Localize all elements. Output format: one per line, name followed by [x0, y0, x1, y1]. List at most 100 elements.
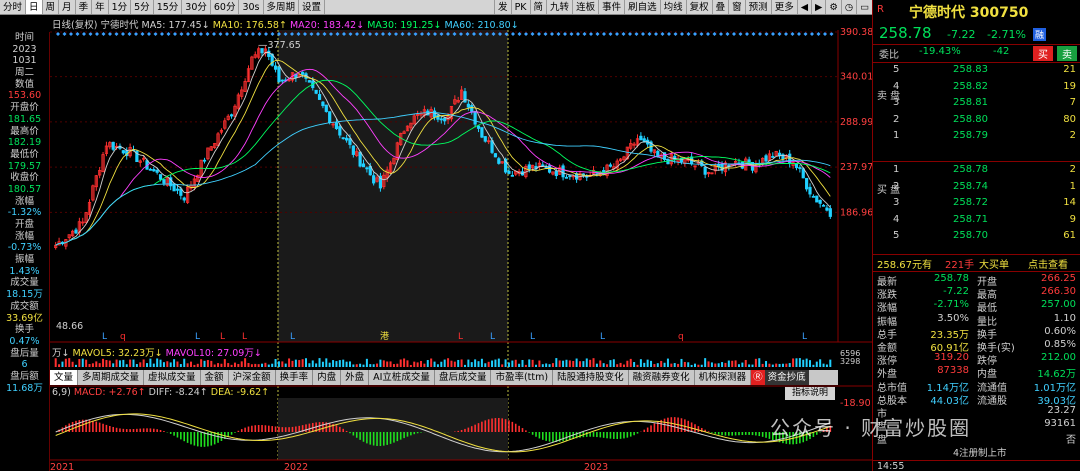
ask-volume: 80 — [1063, 113, 1076, 125]
volume-bar — [463, 364, 466, 367]
candle — [798, 165, 802, 173]
volume-bar — [91, 363, 94, 367]
event-marker[interactable]: q — [120, 332, 126, 342]
bid-level: 5 — [893, 230, 900, 241]
indicator-guide-button[interactable]: 指标说明 — [785, 387, 835, 400]
trade-detail-link[interactable]: 点击查看 — [1028, 256, 1068, 271]
chart-area[interactable]: 390.38 340.01 288.99 237.97 186.96 —377.65 48.… — [50, 0, 872, 471]
peak-label: —377.65 — [258, 40, 301, 51]
candle — [169, 174, 173, 191]
period-0[interactable]: 分时 — [0, 0, 27, 14]
event-marker[interactable]: L — [490, 332, 495, 342]
event-marker[interactable]: L — [458, 332, 463, 342]
dea-value: DEA: -9.62↑ — [210, 387, 270, 398]
candle — [602, 167, 606, 176]
candle — [388, 160, 393, 174]
event-marker[interactable]: L — [600, 332, 605, 342]
tab-9[interactable]: 市盈率(ttm) — [491, 370, 554, 385]
event-marker[interactable]: 港 — [380, 330, 389, 342]
volume-bar — [646, 359, 649, 367]
event-marker[interactable]: L — [802, 332, 807, 342]
candle — [162, 179, 166, 187]
buy-side-label: 买 盘 — [877, 185, 901, 196]
event-marker[interactable]: L — [530, 332, 535, 342]
event-marker[interactable]: q — [678, 332, 684, 342]
volume-bar — [206, 360, 209, 367]
tab-11[interactable]: 融资融券变化 — [629, 370, 695, 385]
volume-bar — [169, 362, 172, 367]
event-marker[interactable]: L — [102, 332, 107, 342]
volume-bar — [139, 362, 142, 367]
volume-bar — [403, 358, 406, 367]
candle — [818, 199, 822, 208]
tab-volume[interactable]: 文量 — [50, 370, 79, 385]
volume-bar — [122, 359, 125, 367]
event-marker[interactable]: L — [195, 332, 200, 342]
volume-bar — [315, 363, 318, 367]
volume-bar — [193, 364, 196, 367]
info-item-3: 周二 — [14, 67, 34, 79]
info-item-4: 数值 — [14, 78, 34, 90]
candle — [246, 65, 251, 83]
volume-bar — [781, 363, 784, 367]
tab-5[interactable]: 内盘 — [313, 370, 342, 385]
kline-chart[interactable]: 390.38 340.01 288.99 237.97 186.96 —377.65 48.… — [50, 0, 872, 471]
candle — [253, 51, 257, 59]
candle — [54, 241, 58, 250]
volume-bar — [521, 359, 524, 367]
event-marker[interactable]: L — [242, 332, 247, 342]
price-pct: -2.71% — [987, 28, 1026, 41]
info-item-8: 最高价 — [10, 125, 39, 137]
tab-0[interactable]: 多周期成交量 — [78, 370, 145, 385]
volume-bar — [277, 361, 280, 367]
volume-bar — [737, 364, 740, 367]
tab-7[interactable]: AI立桩成交量 — [369, 370, 435, 385]
indicator-tabs: 文量 多周期成交量 虚拟成交量 金额 沪深金额 换手率 内盘 外盘 AI立桩成交量 盘后成交量 市盈… — [50, 370, 838, 385]
tab-6[interactable]: 外盘 — [341, 370, 370, 385]
candle — [135, 150, 139, 163]
mavol5: MAVOL5: 32.23万↓ — [72, 348, 163, 359]
candle — [564, 174, 569, 179]
tab-10[interactable]: 陆股通持股变化 — [553, 370, 629, 385]
info-item-2: 1031 — [12, 55, 37, 67]
ask-price: 258.81 — [953, 97, 988, 108]
info-item-29: 盘后额 — [10, 370, 39, 382]
volume-bar — [274, 359, 277, 367]
volume-bar — [507, 362, 510, 367]
info-item-28: 6 — [21, 359, 28, 371]
tab-4[interactable]: 换手率 — [276, 370, 314, 385]
volume-bar — [264, 362, 267, 367]
volume-bar — [666, 358, 669, 367]
tab-2[interactable]: 金额 — [201, 370, 229, 385]
candle — [788, 149, 792, 168]
tab-3[interactable]: 沪深金额 — [229, 370, 276, 385]
volume-bar — [233, 362, 236, 367]
tab-1[interactable]: 虚拟成交量 — [144, 370, 201, 385]
bid-level: 4 — [893, 213, 900, 225]
tab-fund[interactable]: 资金抄底 — [764, 370, 809, 385]
volume-bar — [582, 361, 585, 367]
period-1[interactable]: 日 — [26, 0, 43, 14]
tab-12[interactable]: 机构探测器 — [695, 370, 752, 385]
candle — [710, 172, 714, 175]
volume-bar — [467, 359, 470, 367]
candle — [206, 147, 210, 161]
volume-bar — [727, 360, 730, 367]
tab-8[interactable]: 盘后成交量 — [435, 370, 492, 385]
volume-bar — [423, 363, 426, 367]
volume-bar — [585, 358, 588, 367]
volume-bar — [650, 360, 653, 367]
info-item-6: 开盘价 — [10, 102, 39, 114]
volume-bar — [575, 358, 578, 367]
candle — [152, 166, 156, 172]
event-marker[interactable]: L — [290, 332, 295, 342]
event-marker[interactable]: L — [220, 332, 225, 342]
candle — [324, 104, 328, 113]
sell-button[interactable]: 卖 — [1057, 46, 1077, 61]
volume-bar — [619, 362, 622, 367]
volume-bar — [332, 360, 335, 367]
volume-bar — [548, 364, 551, 367]
volume-bar — [227, 363, 230, 367]
info-item-21: 成交量 — [10, 277, 39, 289]
buy-button[interactable]: 买 — [1033, 46, 1053, 61]
